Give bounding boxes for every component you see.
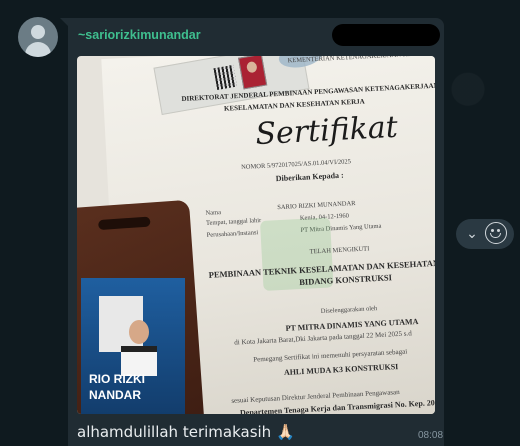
cert-title: Sertifikat [254,109,399,153]
badge-photo [99,296,157,376]
small-portrait [238,56,268,90]
message-photo[interactable]: KEMENTERIAN KETENAGAKERJAAN REPUBLIK IND… [77,56,435,414]
cert-given-to: Diberikan Kepada : [275,170,344,184]
redacted-phone-number [332,24,440,46]
cert-role: AHLI MUDA K3 KONSTRUKSI [283,362,399,378]
lanyard-slot [98,216,151,231]
id-badge: RIO RIZKI NANDAR [81,278,185,414]
cert-number: NOMOR 5/972017025/AS.01.04/VI/2025 [240,158,352,171]
react-emoji-icon[interactable] [485,222,507,244]
cert-name: SARIO RIZKI MUNANDAR [277,200,356,212]
cert-organized: Diselenggarakan oleh [320,305,378,316]
badge-name-line-1: RIO RIZKI [89,372,145,386]
avatar-body-shape [25,42,51,57]
cert-name-label: Nama [205,209,222,217]
cert-company-label: Perusahaan/Instansi [206,229,259,239]
badge-name-line-2: NANDAR [89,388,141,402]
chevron-down-icon[interactable]: ⌄ [464,225,480,241]
cert-location: di Kota Jakarta Barat,Dki Jakarta pada t… [234,329,412,347]
cert-header-1: KEMENTERIAN KETENAGAKERJAAN REPUBLIK IND… [287,56,435,65]
avatar-head-shape [31,25,45,39]
sender-avatar[interactable] [18,17,58,57]
message-time: 08:08 [418,430,444,441]
message-caption: alhamdulillah terimakasih 🙏🏻 [77,423,295,441]
sender-name[interactable]: ~sariorizkimunandar [78,28,201,42]
cert-birth-label: Tempat, tanggal lahir [205,217,262,227]
qr-code-icon [213,64,237,91]
cert-holder: Pemegang Sertifikat ini memenuhi persyar… [253,347,408,364]
